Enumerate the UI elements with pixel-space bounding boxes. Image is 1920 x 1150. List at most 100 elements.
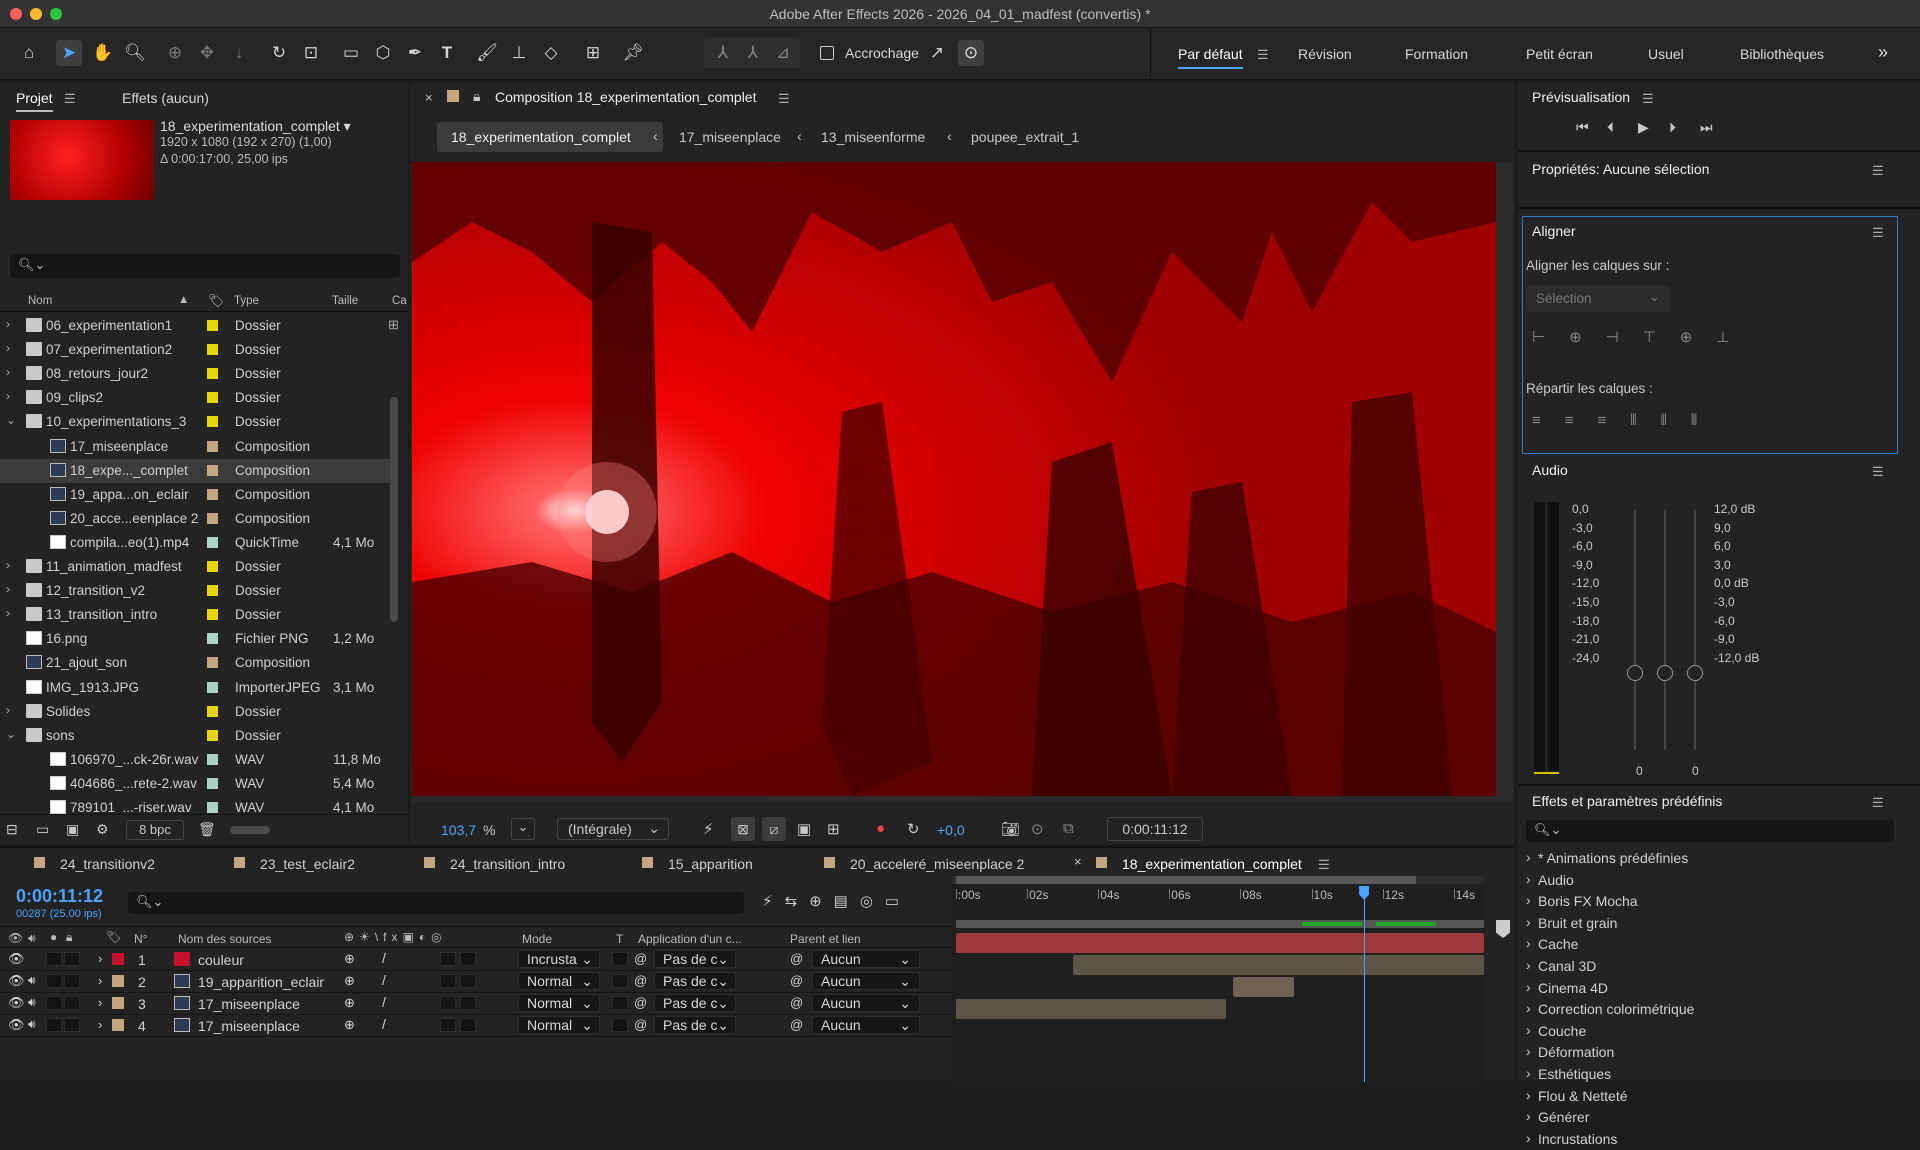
track-matte-pickwhip-icon[interactable]: @ (634, 1017, 647, 1032)
audio-slider-handle-3[interactable] (1687, 665, 1703, 681)
dolly-camera-icon[interactable]: ↓ (226, 40, 252, 66)
workspace-formation[interactable]: Formation (1405, 46, 1468, 62)
preserve-transparency-switch[interactable] (612, 996, 628, 1010)
fx-switch[interactable] (440, 1018, 456, 1032)
zoom-dropdown-chevron-icon[interactable]: ⌄ (511, 818, 535, 840)
label-swatch[interactable] (207, 464, 218, 476)
timeline-tab[interactable]: 24_transitionv2 (60, 856, 155, 872)
track-matte-pickwhip-icon[interactable]: @ (634, 995, 647, 1010)
label-swatch[interactable] (207, 416, 218, 428)
time-ruler[interactable]: :00s 02s 04s 06s 08s 10s 12s 14s (952, 876, 1484, 902)
project-item[interactable]: › 08_retours_jour2 Dossier (0, 362, 390, 386)
layer-label-swatch[interactable] (112, 975, 124, 987)
roto-brush-icon[interactable]: ⊞ (580, 40, 606, 66)
transparency-grid-icon[interactable]: ⊠ (731, 817, 755, 841)
current-time-display[interactable]: 0:00:11:12 (1107, 817, 1203, 841)
layer-label-swatch[interactable] (112, 1019, 124, 1031)
chevron-right-icon[interactable]: › (6, 582, 10, 596)
lock-switch[interactable] (64, 996, 80, 1010)
label-swatch[interactable] (207, 536, 218, 548)
align-menu-icon[interactable]: ☰ (1872, 225, 1884, 241)
label-swatch[interactable] (207, 320, 218, 331)
effects-category[interactable]: › Couche (1526, 1021, 1906, 1043)
effects-category[interactable]: › Cache (1526, 934, 1906, 956)
expand-chevron-icon[interactable]: › (98, 973, 102, 988)
exposure-value[interactable]: +0,0 (937, 822, 965, 838)
project-item[interactable]: 21_ajout_son Composition (0, 651, 390, 675)
parent-pickwhip-icon[interactable]: @ (790, 951, 803, 966)
layer-duration-bar[interactable] (1233, 977, 1294, 997)
label-swatch[interactable] (207, 561, 218, 572)
orbit-camera-icon[interactable]: ⊕ (162, 40, 188, 66)
last-frame-icon[interactable]: ⏭︎ (1700, 119, 1713, 136)
thumbnail-size-slider[interactable] (230, 826, 270, 834)
zoom-value[interactable]: 103,7 (441, 822, 476, 838)
motion-blur-switch[interactable] (460, 1018, 476, 1032)
preserve-transparency-switch[interactable] (612, 974, 628, 988)
project-item[interactable]: › 06_experimentation1 Dossier (0, 314, 390, 338)
timeline-current-time[interactable]: 0:00:11:12 (16, 886, 103, 907)
timeline-tab[interactable]: 24_transition_intro (450, 856, 565, 872)
effects-category[interactable]: › Flou & Netteté (1526, 1086, 1906, 1108)
label-swatch[interactable] (207, 633, 218, 645)
fast-preview-icon[interactable]: ⚡︎ (703, 820, 714, 838)
chevron-right-icon[interactable]: › (6, 389, 10, 403)
label-swatch[interactable] (207, 657, 218, 669)
track-matte-dropdown[interactable]: Pas de c ⌄ (654, 950, 736, 968)
chevron-down-icon[interactable]: ⌄ (6, 413, 16, 427)
effects-category[interactable]: › Canal 3D (1526, 956, 1906, 978)
effects-category[interactable]: › * Animations prédéfinies (1526, 848, 1906, 870)
quality-slash-icon[interactable]: / (382, 1016, 386, 1032)
timeline-tab[interactable]: 15_apparition (668, 856, 753, 872)
audio-speaker-icon[interactable]: 🔊︎ (28, 1017, 36, 1032)
lock-icon[interactable]: 🔒︎ (473, 88, 480, 105)
breadcrumb-item-3[interactable]: 13_miseenforme (821, 129, 925, 145)
puppet-pin-icon[interactable]: 📌︎ (620, 40, 646, 66)
fx-switch[interactable] (440, 952, 456, 966)
project-item[interactable]: › 12_transition_v2 Dossier (0, 579, 390, 603)
workspace-overflow-icon[interactable]: » (1878, 42, 1888, 63)
layer-duration-bar[interactable] (956, 999, 1227, 1019)
workspace-default[interactable]: Par défaut (1178, 46, 1243, 69)
parent-dropdown[interactable]: Aucun ⌄ (812, 950, 920, 968)
col-type[interactable]: Type (234, 295, 259, 307)
expand-chevron-icon[interactable]: › (98, 995, 102, 1010)
track-matte-pickwhip-icon[interactable]: @ (634, 973, 647, 988)
comp-menu-icon[interactable]: ☰ (778, 91, 790, 107)
layer-label-swatch[interactable] (112, 953, 124, 965)
breadcrumb-item-1[interactable]: 18_experimentation_complet (451, 129, 631, 145)
motion-blur-switch[interactable] (460, 952, 476, 966)
play-icon[interactable]: ▶︎ (1638, 119, 1649, 136)
project-item[interactable]: 20_acce...eenplace 2 Composition (0, 507, 390, 531)
solo-switch[interactable] (46, 974, 62, 988)
region-of-interest-icon[interactable]: ▣ (797, 820, 811, 838)
pan-camera-icon[interactable]: ✥ (194, 40, 220, 66)
playhead[interactable] (1364, 886, 1366, 1082)
properties-menu-icon[interactable]: ☰ (1872, 163, 1884, 179)
workspace-revision[interactable]: Révision (1298, 46, 1352, 62)
comp-marker-icon[interactable] (1496, 920, 1510, 938)
previous-frame-icon[interactable]: ⏴︎ (1607, 119, 1614, 136)
breadcrumb-item-2[interactable]: 17_miseenplace (679, 129, 781, 145)
project-item[interactable]: › 13_transition_intro Dossier (0, 603, 390, 627)
project-scrollbar[interactable] (390, 397, 398, 622)
project-menu-icon[interactable]: ☰ (64, 91, 76, 107)
eraser-tool-icon[interactable]: ◇ (538, 40, 564, 66)
timeline-switch-icons[interactable]: ⚡︎⇆⊕▤◎▭ (762, 892, 911, 910)
col-name[interactable]: Nom (28, 295, 52, 307)
label-swatch[interactable] (207, 609, 218, 621)
chevron-right-icon[interactable]: › (6, 606, 10, 620)
brush-tool-icon[interactable]: 🖌︎ (474, 40, 500, 66)
shy-icon[interactable]: ⊕ (344, 995, 355, 1011)
chevron-right-icon[interactable]: › (6, 558, 10, 572)
resolution-dropdown[interactable]: (Intégrale) ⌄ (557, 818, 669, 840)
expand-chevron-icon[interactable]: › (98, 1017, 102, 1032)
visibility-eye-icon[interactable]: 👁︎ (8, 973, 25, 989)
trash-icon[interactable]: 🗑︎ (198, 821, 216, 838)
shy-icon[interactable]: ⊕ (344, 1017, 355, 1033)
3d-view-icon[interactable]: ⧉ (1063, 820, 1074, 837)
effects-category[interactable]: › Déformation (1526, 1042, 1906, 1064)
col-extra[interactable]: Ca (392, 295, 407, 307)
pen-tool-icon[interactable]: ✒ (402, 40, 428, 66)
zoom-tool-icon[interactable]: 🔍︎ (122, 40, 148, 66)
